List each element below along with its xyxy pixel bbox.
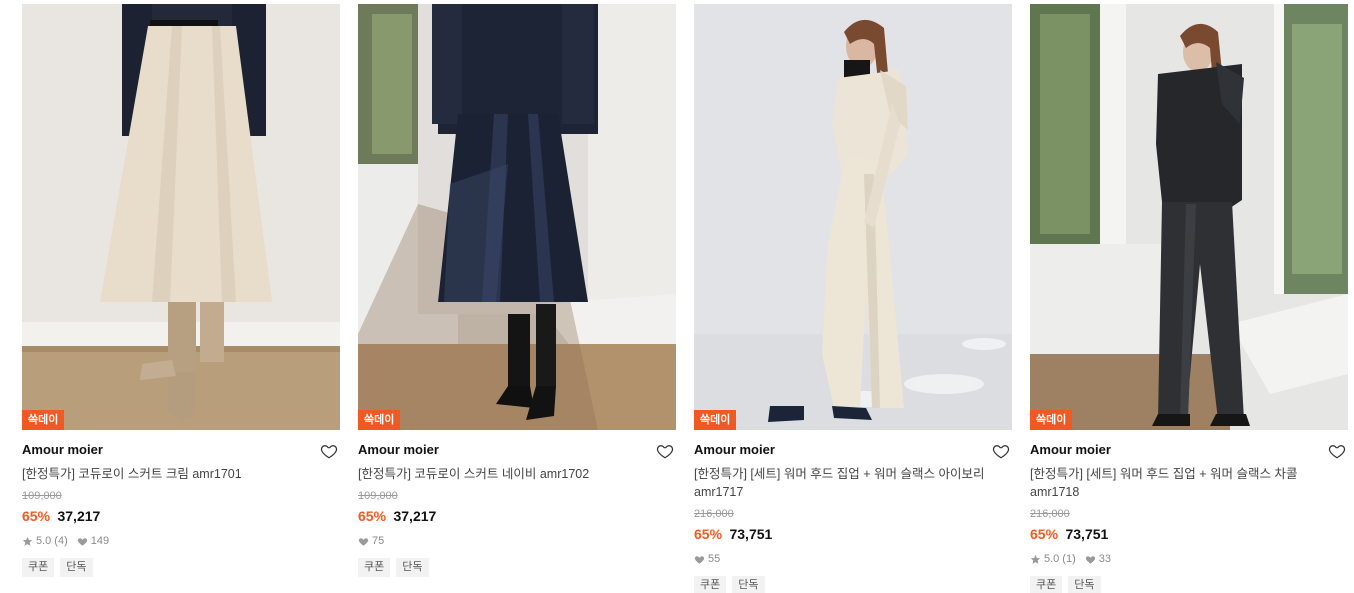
rating-value: 5.0: [36, 535, 52, 547]
tag-exclusive: 단독: [60, 558, 93, 577]
tag-list: 쿠폰 단독: [358, 558, 676, 577]
product-meta: 75: [358, 534, 676, 548]
product-card[interactable]: 쓱데이 Amour moier [한정특가] [세트] 워머 후드 집업 + 워…: [694, 4, 1012, 593]
heart-filled-icon: [77, 537, 87, 546]
product-photo: [694, 4, 1012, 430]
price-row: 65% 73,751: [1030, 525, 1348, 543]
product-image-link[interactable]: 쓱데이: [358, 4, 676, 430]
original-price: 109,000: [358, 490, 398, 502]
promo-badge: 쓱데이: [1030, 410, 1073, 430]
tag-list: 쿠폰 단독: [22, 558, 340, 577]
product-photo: [1030, 4, 1348, 430]
star-icon: [1030, 554, 1041, 564]
heart-filled-icon: [1085, 555, 1095, 564]
product-meta: 5.0 (4) 149: [22, 534, 340, 548]
product-card[interactable]: 쓱데이 Amour moier [한정특가] 코듀로이 스커트 크림 amr17…: [22, 4, 340, 577]
sale-price: 73,751: [1065, 526, 1109, 542]
likes-count: 33: [1098, 553, 1111, 565]
product-name[interactable]: [한정특가] [세트] 워머 후드 집업 + 워머 슬랙스 아이보리 amr17…: [694, 465, 994, 501]
price-row: 65% 37,217: [22, 507, 340, 525]
product-meta: 55: [694, 552, 1012, 566]
review-count: (4): [54, 535, 68, 547]
discount-rate: 65%: [1030, 526, 1059, 542]
rating-value: 5.0: [1044, 553, 1060, 565]
brand-name[interactable]: Amour moier: [1030, 442, 1348, 458]
tag-coupon: 쿠폰: [22, 558, 55, 577]
price-row: 65% 73,751: [694, 525, 1012, 543]
product-card[interactable]: 쓱데이 Amour moier [한정특가] 코듀로이 스커트 네이비 amr1…: [358, 4, 676, 577]
product-name[interactable]: [한정특가] [세트] 워머 후드 집업 + 워머 슬랙스 차콜 amr1718: [1030, 465, 1330, 501]
product-meta: 5.0 (1) 33: [1030, 552, 1348, 566]
tag-coupon: 쿠폰: [358, 558, 391, 577]
heart-filled-icon: [694, 555, 705, 564]
tag-exclusive: 단독: [396, 558, 429, 577]
product-photo: [22, 4, 340, 430]
price-row: 65% 37,217: [358, 507, 676, 525]
tag-exclusive: 단독: [1068, 576, 1101, 593]
discount-rate: 65%: [22, 508, 51, 524]
promo-badge: 쓱데이: [358, 410, 401, 430]
sale-price: 37,217: [393, 508, 437, 524]
rating: 5.0 (4): [22, 535, 68, 547]
heart-outline-icon[interactable]: [1328, 442, 1346, 460]
original-price: 109,000: [22, 490, 62, 502]
tag-coupon: 쿠폰: [694, 576, 727, 593]
tag-exclusive: 단독: [732, 576, 765, 593]
product-image-link[interactable]: 쓱데이: [1030, 4, 1348, 430]
brand-name[interactable]: Amour moier: [694, 442, 1012, 458]
product-name[interactable]: [한정특가] 코듀로이 스커트 크림 amr1701: [22, 465, 322, 483]
product-image-link[interactable]: 쓱데이: [22, 4, 340, 430]
promo-badge: 쓱데이: [22, 410, 65, 430]
heart-outline-icon[interactable]: [320, 442, 338, 460]
original-price: 216,000: [694, 508, 734, 520]
likes: 75: [358, 535, 384, 547]
discount-rate: 65%: [694, 526, 723, 542]
likes: 55: [694, 553, 720, 565]
product-image-link[interactable]: 쓱데이: [694, 4, 1012, 430]
tag-coupon: 쿠폰: [1030, 576, 1063, 593]
likes: 149: [77, 535, 109, 547]
rating: 5.0 (1): [1030, 553, 1076, 565]
brand-name[interactable]: Amour moier: [358, 442, 676, 458]
sale-price: 73,751: [729, 526, 773, 542]
brand-name[interactable]: Amour moier: [22, 442, 340, 458]
product-photo: [358, 4, 676, 430]
discount-rate: 65%: [358, 508, 387, 524]
star-icon: [22, 536, 33, 546]
tag-list: 쿠폰 단독: [694, 576, 1012, 593]
likes-count: 75: [372, 535, 385, 547]
heart-filled-icon: [358, 537, 369, 546]
likes-count: 149: [90, 535, 110, 547]
product-name[interactable]: [한정특가] 코듀로이 스커트 네이비 amr1702: [358, 465, 658, 483]
sale-price: 37,217: [57, 508, 101, 524]
review-count: (1): [1062, 553, 1076, 565]
promo-badge: 쓱데이: [694, 410, 737, 430]
product-grid: 쓱데이 Amour moier [한정특가] 코듀로이 스커트 크림 amr17…: [0, 0, 1354, 593]
likes: 33: [1085, 553, 1111, 565]
heart-outline-icon[interactable]: [656, 442, 674, 460]
likes-count: 55: [708, 553, 721, 565]
heart-outline-icon[interactable]: [992, 442, 1010, 460]
tag-list: 쿠폰 단독: [1030, 576, 1348, 593]
original-price: 216,000: [1030, 508, 1070, 520]
product-card[interactable]: 쓱데이 Amour moier [한정특가] [세트] 워머 후드 집업 + 워…: [1030, 4, 1348, 593]
